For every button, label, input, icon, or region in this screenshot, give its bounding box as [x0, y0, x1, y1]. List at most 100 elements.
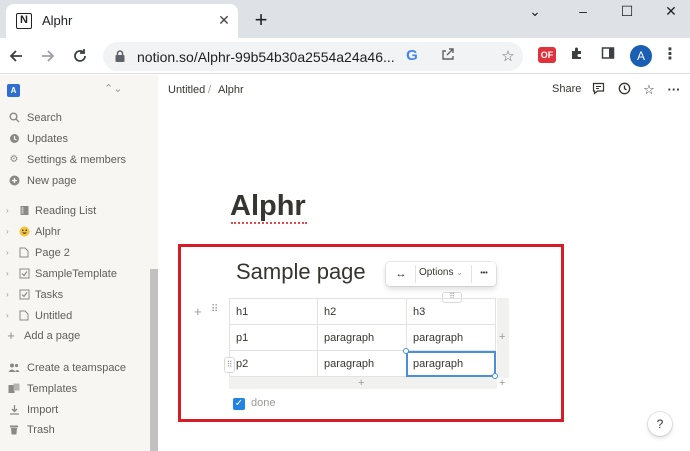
comment-icon[interactable] — [590, 82, 606, 98]
sidebar-page-sampletemplate[interactable]: › SampleTemplate — [0, 265, 150, 285]
tab-search-icon[interactable]: ⌄ — [520, 2, 550, 22]
sidebar-item-label: Import — [27, 404, 59, 416]
forward-arrow-icon[interactable] — [36, 44, 60, 68]
table-cell[interactable]: h2 — [317, 298, 407, 325]
bookmark-star-icon[interactable]: ☆ — [498, 47, 518, 67]
address-bar[interactable]: notion.so/Alphr-99b54b30a2554a24a46... G… — [103, 42, 523, 71]
book-icon — [18, 205, 30, 217]
favorite-star-icon[interactable]: ☆ — [641, 82, 657, 98]
workspace-switcher[interactable]: A ⌃⌄ — [0, 75, 158, 105]
table-cell[interactable]: paragraph — [406, 324, 496, 351]
screen: N Alphr ✕ + ⌄ – ☐ ✕ notion.so/Alphr-99b5… — [0, 0, 690, 451]
expand-arrow-icon[interactable]: › — [6, 206, 9, 215]
sidebar-scrollbar[interactable] — [150, 269, 158, 451]
add-column-plus-icon[interactable]: + — [499, 332, 505, 343]
breadcrumb-alphr[interactable]: Alphr — [218, 84, 244, 96]
todo-checkbox[interactable]: ✓ — [233, 398, 245, 410]
expand-arrow-icon[interactable]: › — [6, 227, 9, 236]
todo-label[interactable]: done — [251, 397, 275, 409]
back-arrow-icon[interactable] — [4, 44, 28, 68]
add-page-button[interactable]: + Add a page — [0, 327, 150, 347]
share-button[interactable]: Share — [552, 83, 581, 95]
history-clock-icon[interactable] — [616, 82, 632, 98]
sidebar-item-import[interactable]: Import — [0, 401, 150, 421]
selection-handle[interactable] — [403, 348, 409, 354]
side-panel-icon[interactable] — [598, 45, 618, 65]
lock-icon — [115, 50, 125, 62]
page-icon — [18, 247, 30, 259]
gear-icon: ⚙ — [9, 154, 19, 165]
close-window-button[interactable]: ✕ — [656, 2, 686, 22]
sidebar-item-label: Create a teamspace — [27, 362, 127, 374]
sidebar-page-tasks[interactable]: › Tasks — [0, 286, 150, 306]
table-options-button[interactable]: Options ⌄ — [419, 267, 463, 278]
tab-close-icon[interactable]: ✕ — [216, 12, 232, 28]
extensions-puzzle-icon[interactable] — [567, 45, 587, 65]
sidebar-item-templates[interactable]: Templates — [0, 380, 150, 400]
trash-icon — [8, 424, 20, 436]
sidebar-item-label: Templates — [27, 383, 78, 395]
browser-tab[interactable]: N Alphr ✕ — [6, 4, 238, 38]
sidebar-item-label: Tasks — [35, 289, 64, 301]
cell-selection-outline — [406, 351, 496, 377]
expand-arrow-icon[interactable]: › — [6, 269, 9, 278]
google-icon[interactable]: G — [402, 47, 422, 67]
more-options-icon[interactable]: ··· — [666, 82, 682, 98]
sidebar-item-create-teamspace[interactable]: Create a teamspace — [0, 359, 150, 379]
of-extension-icon[interactable]: OF — [538, 47, 556, 63]
full-width-arrows-icon[interactable]: ↔ — [389, 265, 413, 283]
toolbar-divider — [471, 265, 472, 283]
sidebar-page-alphr[interactable]: › Alphr — [0, 223, 150, 243]
subpage-title[interactable]: Sample page — [236, 259, 366, 285]
sidebar-item-new-page[interactable]: New page — [0, 172, 150, 192]
toolbar-divider — [415, 265, 416, 283]
breadcrumb-untitled[interactable]: Untitled — [168, 84, 205, 96]
tab-title: Alphr — [42, 13, 73, 28]
table-cell[interactable]: paragraph — [317, 324, 407, 351]
add-row-column-plus-icon[interactable]: + — [499, 378, 505, 389]
expand-arrow-icon[interactable]: › — [6, 290, 9, 299]
table-cell[interactable]: h3 — [406, 298, 496, 325]
share-page-icon[interactable] — [438, 47, 458, 67]
table-row: p1 paragraph paragraph — [229, 324, 496, 351]
sidebar-item-search[interactable]: Search — [0, 109, 150, 129]
add-block-plus-icon[interactable]: + — [194, 304, 202, 319]
new-tab-button[interactable]: + — [250, 9, 272, 31]
drag-handle-icon[interactable]: ⠿ — [211, 304, 218, 315]
more-dots-icon[interactable]: ••• — [476, 265, 492, 283]
chrome-menu-icon[interactable]: ⋮ — [660, 45, 680, 65]
expand-arrow-icon[interactable]: › — [6, 311, 9, 320]
sidebar-item-label: Reading List — [35, 205, 97, 217]
table-row: h1 h2 h3 — [229, 298, 496, 325]
spellcheck-underline — [231, 222, 307, 224]
sidebar-item-settings[interactable]: ⚙ Settings & members — [0, 151, 150, 171]
templates-icon — [8, 383, 20, 395]
table-block-toolbar: ↔ Options ⌄ ••• — [386, 262, 496, 286]
row-drag-handle-icon[interactable]: ⠿ — [224, 357, 235, 373]
add-row-plus-icon[interactable]: + — [358, 378, 364, 389]
chevron-down-icon: ⌄ — [456, 268, 463, 277]
sidebar-page-reading-list[interactable]: › Reading List — [0, 202, 150, 222]
import-icon — [8, 404, 20, 416]
table-cell[interactable]: p1 — [229, 324, 318, 351]
help-button[interactable]: ? — [648, 412, 672, 436]
sidebar-item-trash[interactable]: Trash — [0, 421, 150, 441]
sidebar-page-page-2[interactable]: › Page 2 — [0, 244, 150, 264]
profile-avatar[interactable]: A — [630, 45, 652, 67]
table-cell[interactable]: h1 — [229, 298, 318, 325]
page-title[interactable]: Alphr — [230, 190, 306, 223]
sidebar-page-untitled[interactable]: › Untitled — [0, 307, 150, 327]
sidebar-item-updates[interactable]: Updates — [0, 130, 150, 150]
plus-icon: + — [7, 328, 15, 343]
reload-icon[interactable] — [68, 44, 92, 68]
sidebar-item-label: Updates — [27, 133, 68, 145]
table-cell[interactable]: p2 — [229, 350, 318, 377]
expand-arrow-icon[interactable]: › — [6, 248, 9, 257]
maximize-button[interactable]: ☐ — [612, 2, 642, 22]
url-text: notion.so/Alphr-99b54b30a2554a24a46... — [137, 49, 395, 65]
notion-topbar: Untitled / Alphr Share ☆ ··· — [158, 75, 690, 105]
options-label: Options — [419, 267, 454, 278]
selection-handle[interactable] — [492, 373, 498, 379]
minimize-button[interactable]: – — [568, 2, 598, 22]
table-cell[interactable]: paragraph — [317, 350, 407, 377]
